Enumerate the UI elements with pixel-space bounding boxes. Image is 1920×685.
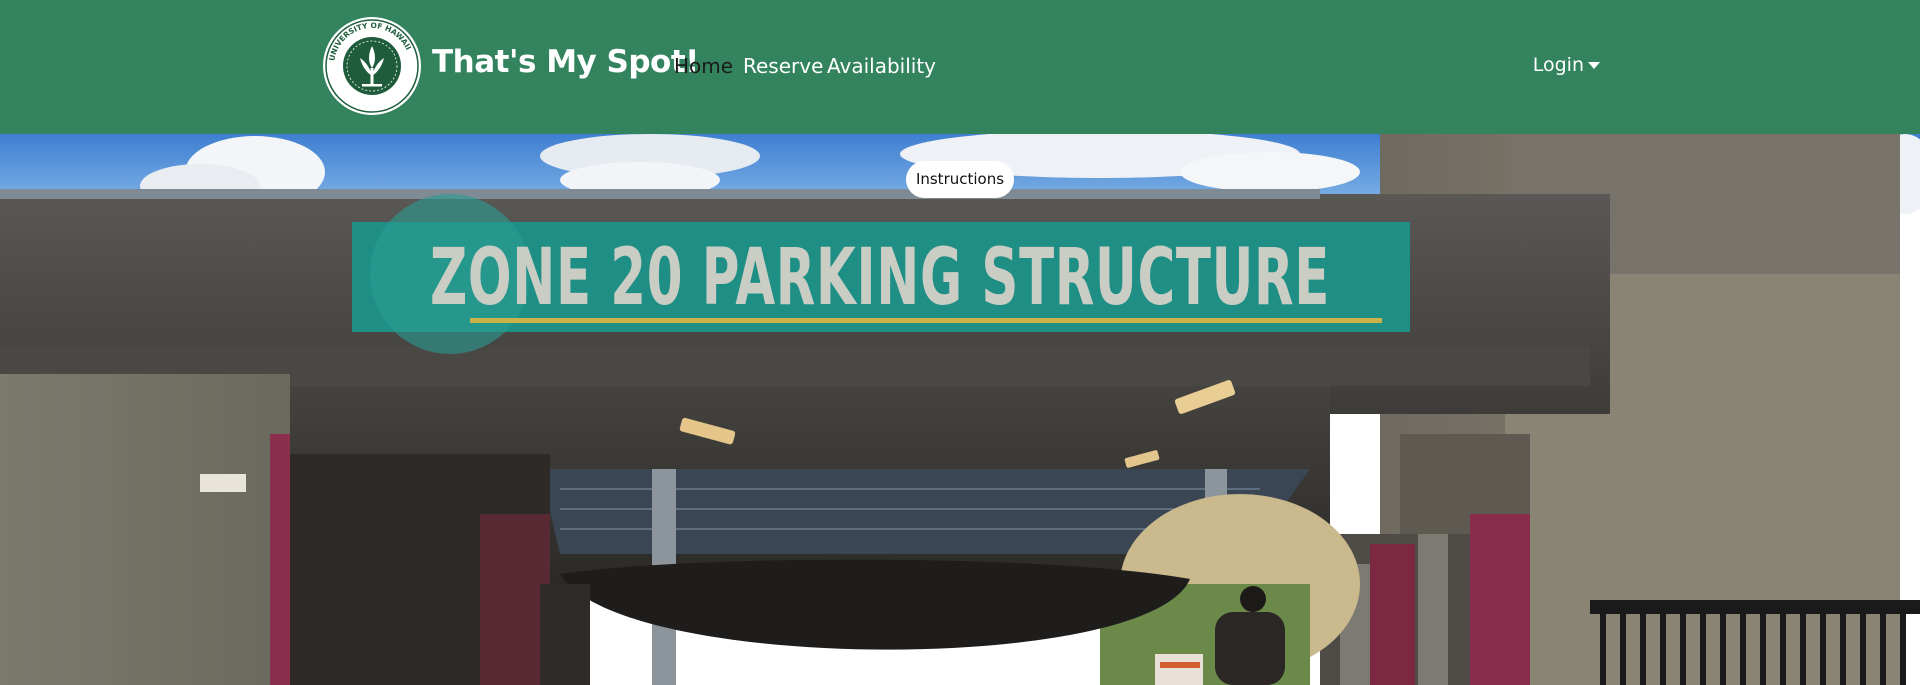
university-seal-logo[interactable]: UNIVERSITY OF HAWAII: [322, 16, 422, 116]
sign-text: ZONE 20 PARKING STRUCTURE: [430, 233, 1330, 323]
caret-down-icon: [1588, 62, 1600, 69]
nav-link-availability[interactable]: Availability: [827, 54, 936, 78]
login-label: Login: [1532, 54, 1584, 76]
nav-link-home[interactable]: Home: [674, 54, 733, 78]
login-dropdown[interactable]: Login: [1533, 54, 1600, 76]
hero-image: ZONE 20 PARKING STRUCTURE: [0, 134, 1920, 685]
navbar-container: UNIVERSITY OF HAWAII That's My Spot! Hom…: [322, 16, 1600, 118]
instructions-button[interactable]: Instructions: [906, 161, 1014, 198]
navbar: UNIVERSITY OF HAWAII That's My Spot! Hom…: [0, 0, 1920, 134]
nav-link-reserve[interactable]: Reserve: [743, 54, 823, 78]
brand-title[interactable]: That's My Spot!: [432, 44, 699, 80]
parking-structure-photo: ZONE 20 PARKING STRUCTURE: [0, 134, 1920, 685]
